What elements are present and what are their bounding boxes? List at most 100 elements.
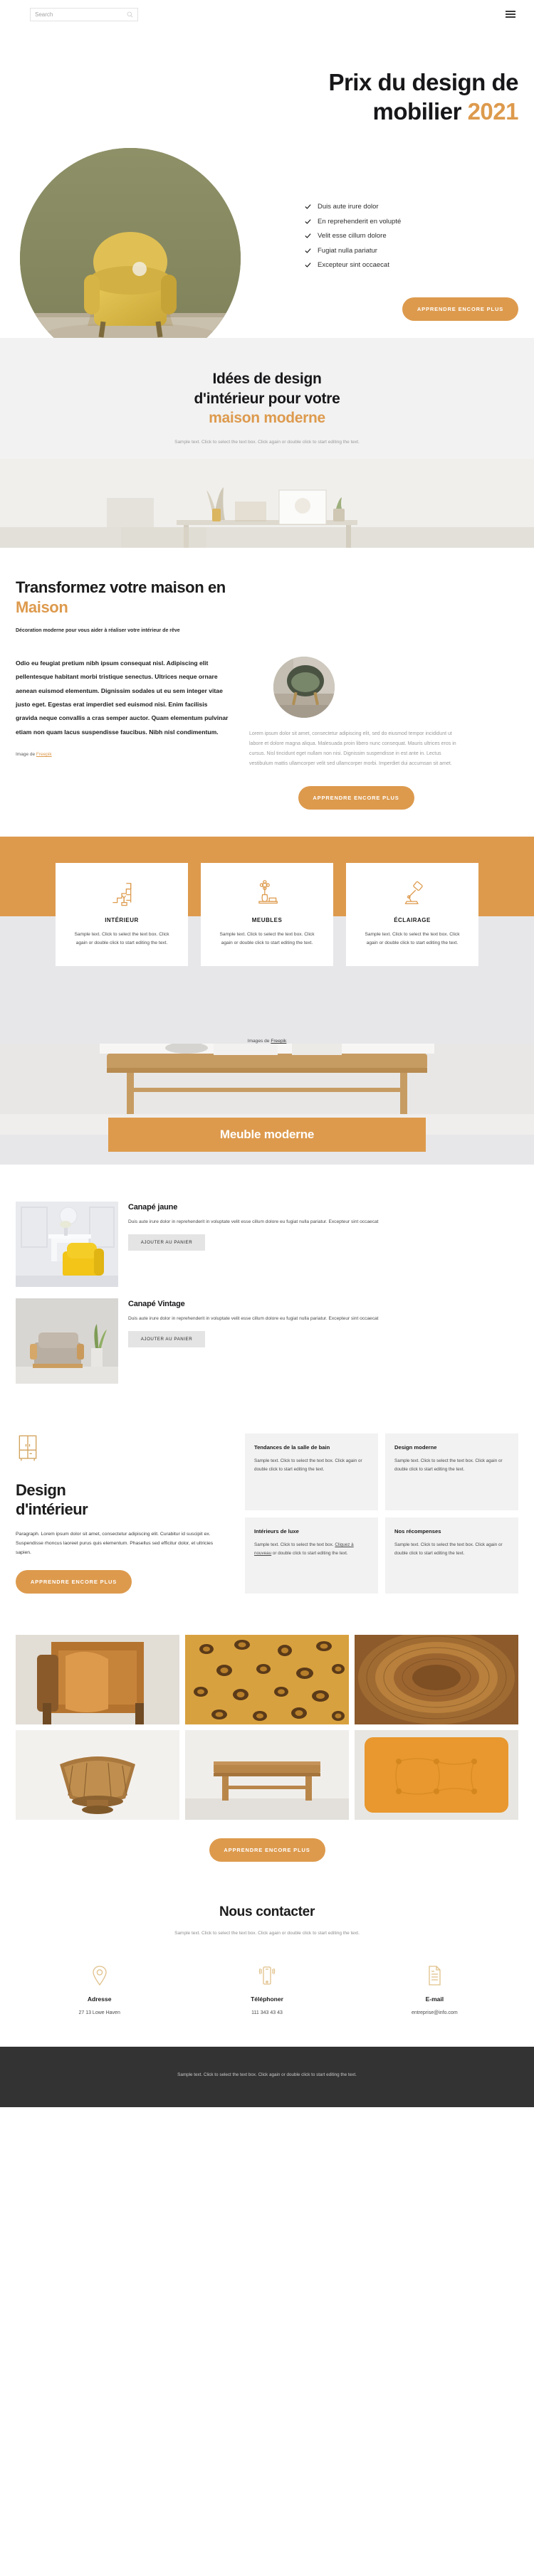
check-icon [305, 248, 311, 253]
rattan-bowl-photo [16, 1730, 179, 1820]
feature-card-title: INTÉRIEUR [105, 916, 139, 923]
green-chair-photo [273, 656, 335, 718]
feature-card-text: Sample text. Click to select the text bo… [74, 931, 169, 946]
product-row: Canapé Vintage Duis aute irure dolor in … [16, 1298, 518, 1384]
location-pin-icon [16, 1962, 183, 1989]
contact-sample-text: Sample text. Click to select the text bo… [174, 1931, 360, 1936]
gallery-cta-wrapper: APPRENDRE ENCORE PLUS [0, 1820, 534, 1862]
gallery-item[interactable] [16, 1635, 179, 1725]
design-paragraph: Paragraph. Lorem ipsum dolor sit amet, c… [16, 1531, 214, 1556]
feature-card[interactable]: MEUBLES Sample text. Click to select the… [201, 862, 333, 967]
product-info: Canapé jaune Duis aute irure dolor in re… [128, 1202, 518, 1287]
design-card[interactable]: Design moderne Sample text. Click to sel… [385, 1433, 518, 1510]
gallery-item[interactable] [16, 1730, 179, 1820]
transform-cta-wrapper: APPRENDRE ENCORE PLUS [249, 785, 463, 810]
ideas-title-line2: d'intérieur pour votre [194, 390, 340, 407]
search-icon[interactable] [127, 11, 133, 18]
transform-learn-more-button[interactable]: APPRENDRE ENCORE PLUS [298, 785, 414, 810]
leopard-print-photo [185, 1635, 349, 1725]
product-row: Canapé jaune Duis aute irure dolor in re… [16, 1201, 518, 1287]
transform-columns: Odio eu feugiat pretium nibh ipsum conse… [16, 656, 518, 810]
gallery-item[interactable] [355, 1730, 518, 1820]
check-icon [305, 233, 311, 238]
ideas-title-accent: maison moderne [209, 410, 325, 427]
ideas-section: Idées de design d'intérieur pour votre m… [0, 338, 534, 548]
feature-cards-row: INTÉRIEUR Sample text. Click to select t… [0, 862, 534, 967]
design-title-line2: d'intérieur [16, 1500, 88, 1518]
design-card-text: Sample text. Click to select the text bo… [254, 1458, 362, 1472]
gallery-item[interactable] [355, 1635, 518, 1725]
image-credit: Image de Freepik [16, 752, 229, 757]
design-section: Design d'intérieur Paragraph. Lorem ipsu… [0, 1384, 534, 1622]
design-card[interactable]: Nos récompenses Sample text. Click to se… [385, 1517, 518, 1594]
gallery-item[interactable] [185, 1730, 349, 1820]
gallery-item[interactable] [185, 1635, 349, 1725]
design-learn-more-button[interactable]: APPRENDRE ENCORE PLUS [16, 1570, 132, 1594]
design-card[interactable]: Intérieurs de luxe Sample text. Click to… [245, 1517, 378, 1594]
hero-feature-list: Duis aute irure dolor En reprehenderit e… [305, 203, 518, 276]
design-card-text-before: Sample text. Click to select the text bo… [254, 1542, 335, 1547]
design-left: Design d'intérieur Paragraph. Lorem ipsu… [16, 1433, 226, 1594]
check-icon [305, 218, 311, 224]
feature-card-text: Sample text. Click to select the text bo… [219, 931, 315, 946]
ideas-interior-photo [0, 459, 534, 548]
design-card[interactable]: Tendances de la salle de bain Sample tex… [245, 1433, 378, 1510]
gallery-learn-more-button[interactable]: APPRENDRE ENCORE PLUS [209, 1838, 325, 1862]
list-item-label: Duis aute irure dolor [318, 203, 379, 211]
search-input[interactable] [35, 11, 127, 18]
search-box[interactable] [30, 7, 138, 21]
transform-title-accent: Maison [16, 598, 68, 616]
feature-card-title: MEUBLES [251, 916, 283, 923]
feature-card[interactable]: ÉCLAIRAGE Sample text. Click to select t… [346, 862, 478, 967]
feature-card-title: ÉCLAIRAGE [394, 916, 431, 923]
design-card-title: Nos récompenses [394, 1527, 441, 1535]
document-icon [351, 1962, 518, 1989]
cabinet-icon [16, 1433, 226, 1465]
check-icon [305, 263, 311, 267]
contact-item-label: Téléphoner [251, 1995, 283, 2003]
yellow-armchair-image [20, 148, 241, 369]
features-section: Images de Freepik Meuble moderne INTÉRIE… [0, 830, 534, 1165]
list-item: Fugiat nulla pariatur [305, 247, 518, 255]
transform-title: Transformez votre maison en Maison [16, 578, 518, 617]
hamburger-menu-icon[interactable] [506, 11, 518, 18]
freepik-link[interactable]: Freepik [36, 752, 52, 757]
contact-items-row: Adresse 27 13 Lowe Haven Téléphoner 111 … [16, 1962, 518, 2015]
list-item-label: Excepteur sint occaecat [318, 261, 389, 269]
hero-title-line1: Prix du design de [328, 69, 518, 95]
top-bar [0, 0, 534, 28]
design-card-title: Design moderne [394, 1443, 437, 1451]
feature-card[interactable]: INTÉRIEUR Sample text. Click to select t… [56, 862, 188, 967]
design-card-text: Sample text. Click to select the text bo… [394, 1542, 503, 1556]
add-to-cart-button[interactable]: AJOUTER AU PANIER [128, 1331, 205, 1348]
green-armchair-image [273, 656, 335, 718]
ideas-title: Idées de design d'intérieur pour votre m… [0, 369, 534, 428]
design-card-text-after: or double click to start editing the tex… [271, 1550, 348, 1556]
transform-kicker: Décoration moderne pour vous aider à réa… [16, 627, 180, 633]
yellow-armchair-room-image [16, 1201, 118, 1287]
ideas-title-line1: Idées de design [212, 371, 322, 387]
page-root: Prix du design de mobilier 2021 [0, 0, 534, 2107]
learn-more-button[interactable]: APPRENDRE ENCORE PLUS [402, 297, 518, 321]
page-footer: Sample text. Click to select the text bo… [0, 2046, 534, 2107]
ideas-sample-text: Sample text. Click to select the text bo… [174, 440, 360, 445]
contact-item-address: Adresse 27 13 Lowe Haven [16, 1962, 183, 2015]
hero-title-year: 2021 [467, 98, 519, 125]
contact-item-value: 27 13 Lowe Haven [78, 2010, 120, 2015]
product-info: Canapé Vintage Duis aute irure dolor in … [128, 1298, 518, 1384]
transform-body-muted: Lorem ipsum dolor sit amet, consectetur … [249, 731, 456, 766]
vintage-armchair-image [16, 1298, 118, 1384]
list-item-label: Fugiat nulla pariatur [318, 246, 377, 255]
contact-item-value: entreprise@info.com [411, 2010, 458, 2015]
design-card-text: Sample text. Click to select the text bo… [394, 1458, 503, 1472]
product-description: Duis aute irure dolor in reprehenderit i… [128, 1315, 379, 1321]
hero-section: Prix du design de mobilier 2021 Duis aut… [0, 28, 534, 369]
freepik-link[interactable]: Freepik [271, 1039, 286, 1044]
footer-text: Sample text. Click to select the text bo… [177, 2072, 357, 2077]
check-icon [305, 204, 311, 209]
feature-card-text: Sample text. Click to select the text bo… [365, 931, 460, 946]
design-cards-grid: Tendances de la salle de bain Sample tex… [245, 1433, 518, 1594]
product-row-right-wrapper: Canapé Vintage Duis aute irure dolor in … [16, 1298, 518, 1384]
wooden-bench-photo [185, 1730, 349, 1820]
add-to-cart-button[interactable]: AJOUTER AU PANIER [128, 1234, 205, 1251]
